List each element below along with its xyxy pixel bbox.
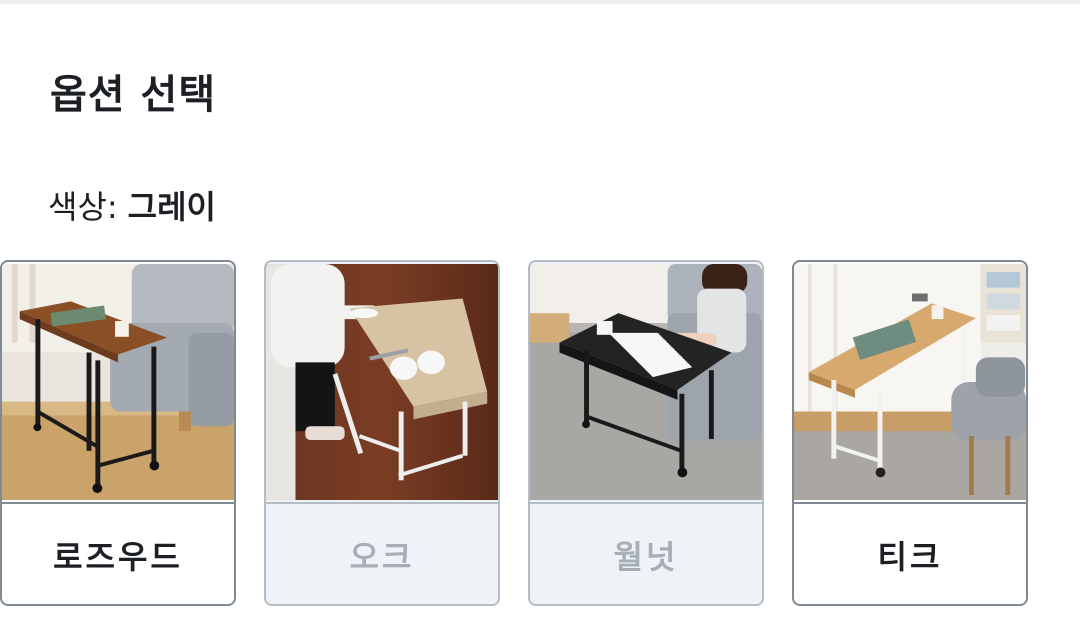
option-label: 티크 [794, 502, 1026, 604]
option-select-title: 옵션 선택 [50, 72, 217, 118]
option-card-walnut[interactable]: 월넛 [528, 260, 764, 606]
option-label: 월넛 [530, 502, 762, 604]
oak-table-photo [266, 264, 498, 500]
rosewood-table-photo [2, 264, 234, 500]
option-card-teak[interactable]: 티크 [792, 260, 1028, 606]
option-label: 로즈우드 [2, 502, 234, 604]
teak-table-photo [794, 264, 1026, 500]
option-card-oak[interactable]: 오크 [264, 260, 500, 606]
selected-color-row: 색상: 그레이 [48, 182, 216, 228]
top-divider [0, 0, 1080, 4]
color-label: 색상: [48, 188, 118, 226]
option-card-rosewood[interactable]: 로즈우드 [0, 260, 236, 606]
walnut-table-photo [530, 264, 762, 500]
color-value: 그레이 [127, 188, 216, 226]
option-label: 오크 [266, 502, 498, 604]
option-card-list: 로즈우드 오크 월넛 티크 [0, 260, 1080, 610]
